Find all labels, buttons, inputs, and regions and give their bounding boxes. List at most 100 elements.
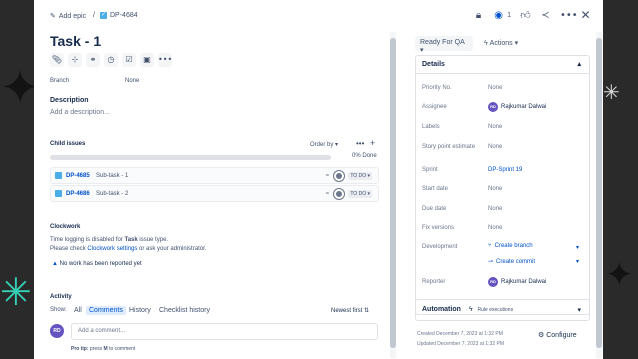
priority-value[interactable]: None [488, 85, 502, 91]
create-branch-label: Create branch [494, 243, 533, 249]
branch-label: Branch [50, 78, 70, 84]
protip-prefix: Pro tip: [71, 346, 89, 352]
assignee-avatar-icon[interactable] [334, 188, 345, 199]
add-epic-link[interactable]: ✎ Add epic [50, 12, 86, 20]
background-sparkle-icon: ✳ [603, 80, 620, 104]
child-issue-row[interactable]: DP-4686 Sub-task - 2 = TO DO ▾ [50, 185, 379, 202]
main-scrollbar[interactable] [390, 32, 396, 358]
child-issue-key[interactable]: DP-4685 [66, 173, 92, 179]
more-actions-icon[interactable]: ••• [158, 53, 172, 67]
create-commit-label: Create commit [496, 258, 536, 265]
details-heading: Details [422, 61, 445, 68]
create-commit-link[interactable]: ⊸ Create commit [488, 258, 536, 266]
clockwork-warning: ▲ No work has been reported yet [52, 261, 142, 267]
child-issue-icon[interactable]: ⊹ [68, 53, 82, 67]
sprint-value[interactable]: DP-Sprint 19 [488, 167, 522, 173]
link-icon[interactable]: ⚭ [86, 53, 100, 67]
lightning-icon: ϟ [468, 306, 473, 313]
issue-sidebar: Ready For QA ▾ ϟ Actions ▾ Details ▴ Prio… [411, 36, 593, 359]
filter-history[interactable]: History [126, 306, 154, 315]
child-issue-summary[interactable]: Sub-task - 2 [96, 191, 320, 197]
configure-button[interactable]: ⚙ Configure [538, 331, 577, 339]
add-epic-label: Add epic [58, 12, 87, 20]
app-icon[interactable]: ▣ [140, 53, 154, 67]
more-icon[interactable]: ••• [560, 10, 578, 21]
thumbs-up-icon[interactable]: 👍︎ [520, 10, 531, 21]
updated-text: Updated December 7, 2023 at 1:32 PM [417, 341, 504, 347]
created-text: Created December 7, 2023 at 1:32 PM [417, 331, 503, 337]
fix-versions-value[interactable]: None [488, 225, 502, 231]
status-label: TO DO [350, 172, 367, 179]
details-header[interactable]: Details ▴ [416, 56, 589, 74]
sort-button[interactable]: Newest first ⇅ [331, 307, 369, 314]
warning-text: No work has been reported yet [59, 261, 142, 267]
priority-icon: = [325, 172, 330, 179]
add-child-icon[interactable]: + [370, 138, 375, 148]
create-branch-link[interactable]: ⑂ Create branch [488, 243, 533, 249]
automation-panel[interactable]: Automation ϟ Rule executions ▾ [415, 299, 590, 321]
chevron-down-icon[interactable]: ▾ [576, 258, 579, 265]
issue-title[interactable]: Task - 1 [50, 36, 101, 49]
clockwork-line-1: Time logging is disabled for Task issue … [50, 237, 168, 243]
child-issues-heading: Child issues [50, 141, 86, 147]
clockwork-line-2-suffix: or ask your administrator. [137, 246, 207, 252]
field-label: Story point estimate [422, 144, 476, 150]
watch-icon[interactable]: ◉ [493, 10, 504, 21]
child-issue-status[interactable]: TO DO ▾ [348, 171, 372, 180]
background-star-icon: ✦ [605, 255, 634, 295]
assignee-value[interactable]: RD Rajkumar Dalwai [488, 102, 546, 112]
status-button[interactable]: Ready For QA ▾ [415, 36, 473, 54]
labels-value[interactable]: None [488, 124, 502, 130]
share-icon[interactable]: ≺ [540, 10, 551, 21]
child-issue-row[interactable]: DP-4685 Sub-task - 1 = TO DO ▾ [50, 167, 379, 184]
child-issue-summary[interactable]: Sub-task - 1 [96, 173, 320, 179]
issue-key-label: DP-4684 [110, 12, 138, 19]
field-label: Assignee [422, 104, 447, 110]
chevron-up-icon: ▴ [577, 61, 581, 68]
child-more-icon[interactable]: ••• [356, 139, 364, 148]
header-actions: 🔒︎ ◉ 1 👍︎ ≺ ••• ✕ [473, 9, 591, 21]
field-label: Start date [422, 186, 449, 192]
child-issue-status[interactable]: TO DO ▾ [348, 189, 372, 198]
order-by-label: Order by [310, 142, 334, 148]
issue-key-link[interactable]: ✓ DP-4684 [100, 12, 138, 19]
chevron-down-icon[interactable]: ▾ [576, 244, 579, 251]
checklist-icon[interactable]: ☑ [122, 53, 136, 67]
clockwork-settings-link[interactable]: Clockwork settings [87, 246, 137, 252]
reporter-avatar: RD [488, 277, 498, 287]
clock-icon[interactable]: ◷ [104, 53, 118, 67]
task-type-icon: ✓ [100, 12, 107, 19]
child-issue-key[interactable]: DP-4686 [66, 191, 92, 197]
pencil-icon: ✎ [50, 12, 56, 20]
lock-icon[interactable]: 🔒︎ [473, 10, 484, 21]
start-date-value[interactable]: None [488, 186, 502, 192]
reporter-value[interactable]: RD Rajkumar Dalwai [488, 277, 546, 287]
description-placeholder[interactable]: Add a description... [50, 109, 110, 116]
comment-input[interactable]: Add a comment... [71, 323, 378, 340]
sidebar-scrollbar[interactable] [596, 32, 602, 358]
reporter-name: Rajkumar Dalwai [501, 279, 547, 285]
clockwork-line-1-suffix: issue type. [137, 237, 169, 243]
filter-comments[interactable]: Comments [86, 306, 126, 315]
close-icon[interactable]: ✕ [580, 9, 591, 21]
filter-checklist-history[interactable]: Checklist history [156, 306, 213, 315]
due-date-value[interactable]: None [488, 206, 502, 212]
assignee-avatar-icon[interactable] [334, 170, 345, 181]
filter-all[interactable]: All [71, 306, 85, 315]
sort-label: Newest first [331, 308, 363, 314]
main-scrollbar-thumb[interactable] [390, 38, 396, 348]
rule-executions-label: Rule executions [477, 307, 514, 313]
field-label: Due date [422, 206, 447, 212]
field-label: Priority No. [422, 85, 452, 91]
protip-middle: press [88, 346, 104, 352]
story-points-value[interactable]: None [488, 144, 502, 150]
order-by-button[interactable]: Order by ▾ [310, 141, 338, 148]
sidebar-scrollbar-thumb[interactable] [596, 38, 602, 348]
actions-button[interactable]: ϟ Actions ▾ [479, 36, 529, 51]
chevron-down-icon: ▾ [514, 40, 519, 47]
details-panel: Details ▴ Priority No. None Assignee RD Ra… [415, 55, 590, 315]
watch-count: 1 [507, 12, 511, 19]
attachment-icon[interactable]: 📎︎ [50, 53, 64, 67]
branch-value[interactable]: None [125, 78, 139, 84]
clockwork-line-1-prefix: Time logging is disabled for [50, 237, 125, 243]
